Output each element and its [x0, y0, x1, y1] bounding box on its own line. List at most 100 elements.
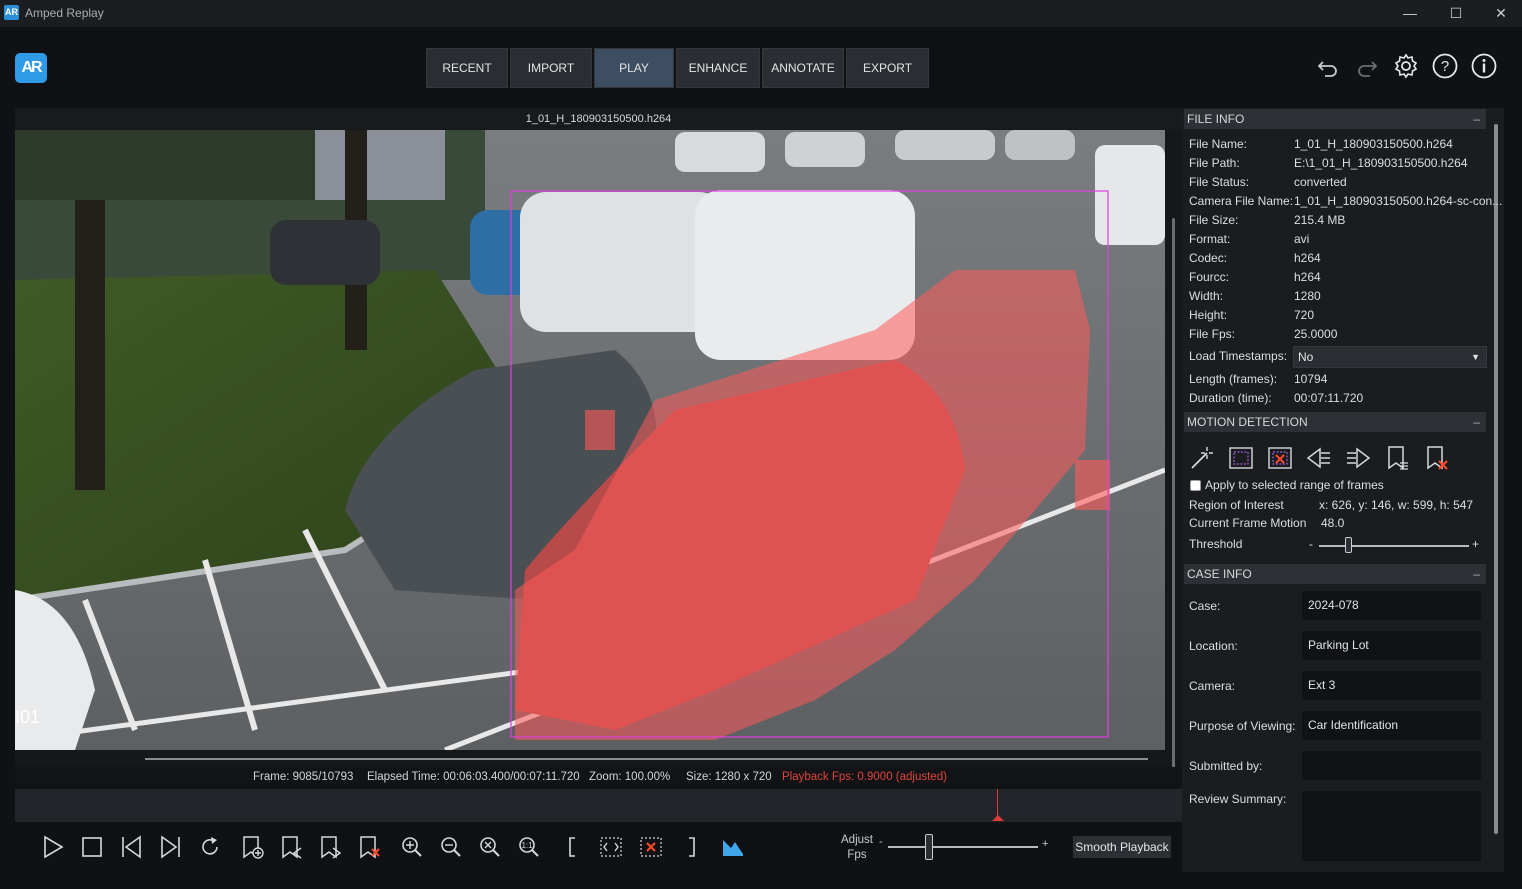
prev-bookmark-icon[interactable]: [279, 834, 303, 860]
threshold-slider[interactable]: [1319, 545, 1469, 547]
camera-field[interactable]: Ext 3: [1302, 671, 1481, 700]
side-panel-scrollbar[interactable]: [1491, 108, 1504, 872]
histogram-icon[interactable]: [721, 834, 745, 860]
zoom-in-icon[interactable]: [400, 834, 424, 860]
zoom-100-icon[interactable]: 1:1: [517, 834, 541, 860]
next-frame-icon[interactable]: [159, 834, 183, 860]
window-title: Amped Replay: [25, 6, 104, 20]
bookmark-motion-icon[interactable]: [1384, 445, 1410, 471]
playhead-marker[interactable]: [992, 815, 1004, 821]
loop-icon[interactable]: [198, 834, 222, 860]
range-end-icon[interactable]: [679, 834, 703, 860]
main-tabs: RECENT IMPORT PLAY ENHANCE ANNOTATE EXPO…: [426, 48, 929, 88]
gear-icon[interactable]: [1393, 53, 1419, 79]
review-summary-field[interactable]: [1302, 791, 1481, 861]
tab-play[interactable]: PLAY: [594, 48, 674, 88]
file-info-header[interactable]: FILE INFO –: [1184, 109, 1486, 129]
next-motion-icon[interactable]: [1345, 445, 1371, 471]
file-info-label: Width:: [1189, 289, 1224, 303]
smooth-playback-button[interactable]: Smooth Playback: [1073, 836, 1171, 858]
svg-text:1:1: 1:1: [521, 841, 533, 850]
location-field[interactable]: Parking Lot: [1302, 631, 1481, 660]
chevron-down-icon: ▼: [1471, 352, 1480, 362]
file-info-label: Format:: [1189, 232, 1231, 246]
clear-bookmarks-icon[interactable]: [1423, 445, 1449, 471]
frame-counter: Frame: 9085/10793: [253, 771, 354, 783]
roi-select-icon[interactable]: [1228, 445, 1254, 471]
motion-detection-header[interactable]: MOTION DETECTION –: [1184, 412, 1486, 432]
file-info-label: Height:: [1189, 308, 1228, 322]
info-icon[interactable]: [1471, 53, 1497, 79]
playhead-line[interactable]: [997, 789, 998, 818]
prev-frame-icon[interactable]: [119, 834, 143, 860]
motion-wand-icon[interactable]: [1189, 445, 1215, 471]
purpose-field[interactable]: Car Identification: [1302, 711, 1481, 740]
undo-icon[interactable]: [1315, 53, 1341, 79]
play-icon[interactable]: [41, 834, 65, 860]
file-info-label: File Status:: [1189, 175, 1250, 189]
collapse-icon[interactable]: –: [1473, 564, 1480, 584]
remove-bookmark-icon[interactable]: [357, 834, 381, 860]
redo-icon[interactable]: [1354, 53, 1380, 79]
zoom-fit-icon[interactable]: [478, 834, 502, 860]
file-info-label: File Size:: [1189, 213, 1239, 227]
app-icon: AR: [4, 5, 19, 20]
app-logo: AR: [15, 53, 47, 83]
file-info-value: 1280: [1294, 289, 1321, 303]
timeline[interactable]: [15, 789, 1182, 822]
collapse-icon[interactable]: –: [1473, 109, 1480, 129]
file-info-label: File Name:: [1189, 137, 1248, 151]
file-info-value: 1_01_H_180903150500.h264-sc-con...: [1294, 194, 1503, 208]
help-icon[interactable]: ?: [1432, 53, 1458, 79]
tab-recent[interactable]: RECENT: [426, 48, 508, 88]
case-info-header[interactable]: CASE INFO –: [1184, 564, 1486, 584]
adjust-fps-minus[interactable]: -: [879, 836, 883, 848]
collapse-icon[interactable]: –: [1473, 412, 1480, 432]
adjust-fps-handle[interactable]: [925, 834, 933, 860]
camera-overlay-text: I01: [15, 707, 40, 727]
title-bar: AR Amped Replay — ☐ ✕: [0, 0, 1522, 27]
file-info-label: Camera File Name:: [1189, 194, 1294, 208]
video-vertical-scrollbar[interactable]: [1165, 130, 1182, 848]
file-info-label: Codec:: [1189, 251, 1228, 265]
prev-motion-icon[interactable]: [1306, 445, 1332, 471]
apply-range-checkbox[interactable]: [1190, 480, 1201, 491]
tab-export[interactable]: EXPORT: [846, 48, 929, 88]
zoom-out-icon[interactable]: [439, 834, 463, 860]
file-info-value: h264: [1294, 270, 1321, 284]
adjust-fps-slider[interactable]: [888, 846, 1038, 848]
file-info-value: E:\1_01_H_180903150500.h264: [1294, 156, 1468, 170]
file-info-value: 215.4 MB: [1294, 213, 1346, 227]
range-select-icon[interactable]: [599, 834, 623, 860]
file-info-value: avi: [1294, 232, 1310, 246]
svg-text:?: ?: [1441, 58, 1449, 75]
playback-fps: Playback Fps: 0.9000 (adjusted): [782, 771, 947, 783]
next-bookmark-icon[interactable]: [318, 834, 342, 860]
range-clear-icon[interactable]: [639, 834, 663, 860]
adjust-fps-label: Adjust Fps: [841, 834, 873, 861]
file-info-value: h264: [1294, 251, 1321, 265]
minimize-button[interactable]: —: [1390, 0, 1430, 27]
adjust-fps-plus[interactable]: +: [1042, 838, 1048, 850]
roi-clear-icon[interactable]: [1267, 445, 1293, 471]
video-horizontal-scrollbar[interactable]: [15, 750, 1165, 767]
close-window-button[interactable]: ✕: [1481, 0, 1521, 27]
tab-import[interactable]: IMPORT: [510, 48, 592, 88]
file-info-value: converted: [1294, 175, 1347, 189]
file-info-value: 25.0000: [1294, 327, 1338, 341]
submitted-by-field[interactable]: [1302, 751, 1481, 780]
load-timestamps-dropdown[interactable]: No ▼: [1293, 346, 1487, 368]
playback-controls: 1:1 Adjust Fps - + Smooth Playback: [15, 822, 1182, 872]
threshold-handle[interactable]: [1345, 537, 1352, 553]
maximize-button[interactable]: ☐: [1436, 0, 1476, 27]
status-bar: Frame: 9085/10793 Elapsed Time: 00:06:03…: [15, 767, 1182, 789]
case-field[interactable]: 2024-078: [1302, 591, 1481, 620]
video-viewer[interactable]: I01: [15, 130, 1165, 750]
stop-icon[interactable]: [80, 834, 104, 860]
top-bar: AR RECENT IMPORT PLAY ENHANCE ANNOTATE E…: [0, 27, 1522, 107]
add-bookmark-icon[interactable]: [240, 834, 264, 860]
tab-enhance[interactable]: ENHANCE: [676, 48, 760, 88]
range-start-icon[interactable]: [561, 834, 585, 860]
file-info-label: File Fps:: [1189, 327, 1236, 341]
tab-annotate[interactable]: ANNOTATE: [762, 48, 844, 88]
